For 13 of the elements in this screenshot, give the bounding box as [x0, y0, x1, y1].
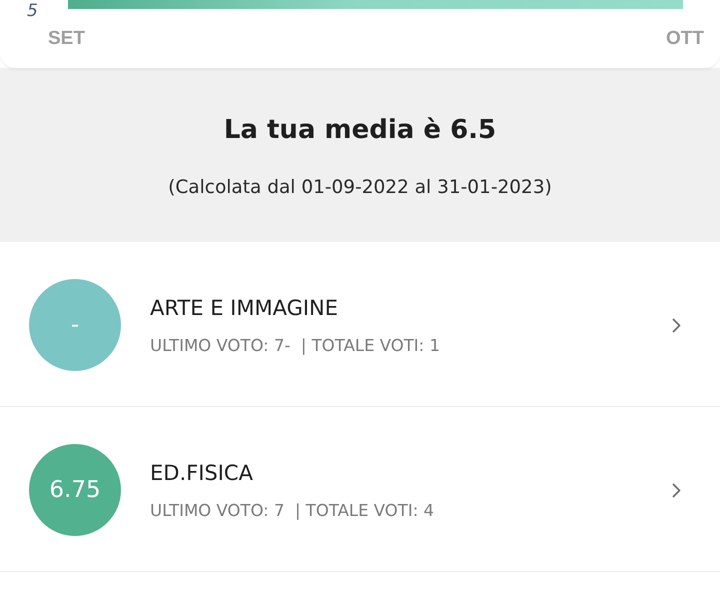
average-title: La tua media è 6.5	[224, 114, 496, 147]
period-text: (Calcolata dal 01-09-2022 al 31-01-2023)	[168, 176, 552, 200]
subject-details: ULTIMO VOTO: 7 | TOTALE VOTI: 4	[150, 500, 434, 522]
subject-name: ED.FISICA	[150, 460, 253, 486]
axis-label: 5	[27, 1, 39, 21]
axis-label: SET	[48, 28, 85, 50]
chevron-right-icon	[672, 318, 681, 332]
chevron-right-icon	[672, 482, 681, 498]
grade-circle: 6.75	[29, 444, 121, 536]
grade-circle: -	[29, 279, 121, 371]
axis-label: OTT	[666, 28, 704, 50]
subject-name: ARTE E IMMAGINE	[150, 294, 338, 322]
subject-details: ULTIMO VOTO: 7- | TOTALE VOTI: 1	[150, 334, 440, 356]
